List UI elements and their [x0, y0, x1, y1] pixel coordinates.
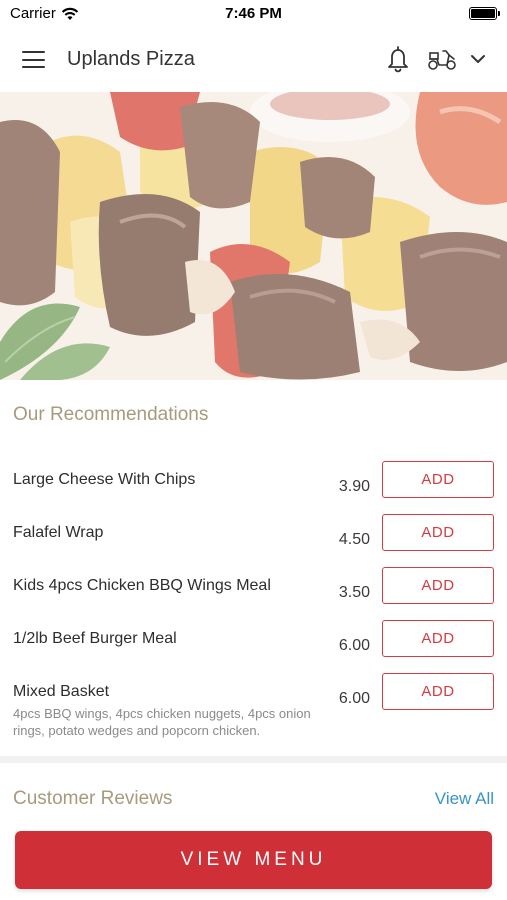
view-all-link[interactable]: View All: [435, 789, 494, 809]
view-menu-button[interactable]: VIEW MENU: [15, 831, 492, 889]
page-title: Uplands Pizza: [67, 48, 195, 70]
menu-icon[interactable]: [22, 51, 45, 68]
item-price: 6.00: [338, 690, 370, 707]
hero-food-image: [0, 92, 507, 380]
list-item: Mixed Basket 4pcs BBQ wings, 4pcs chicke…: [0, 673, 507, 743]
app-header: Uplands Pizza: [0, 26, 507, 92]
item-price: 4.50: [338, 531, 370, 548]
bell-icon[interactable]: [384, 44, 412, 74]
item-name: Large Cheese With Chips: [13, 471, 196, 488]
add-button[interactable]: ADD: [382, 620, 494, 657]
item-name: Mixed Basket: [13, 683, 110, 700]
item-name: Kids 4pcs Chicken BBQ Wings Meal: [13, 577, 271, 594]
battery-icon: [469, 7, 500, 20]
item-description: 4pcs BBQ wings, 4pcs chicken nuggets, 4p…: [13, 706, 311, 738]
section-divider: [0, 756, 507, 763]
reviews-title: Customer Reviews: [13, 788, 173, 809]
item-price: 3.90: [338, 478, 370, 495]
chevron-down-icon[interactable]: [469, 51, 487, 67]
status-bar: Carrier 7:46 PM: [0, 0, 507, 26]
status-time: 7:46 PM: [225, 5, 282, 22]
add-button[interactable]: ADD: [382, 567, 494, 604]
item-price: 3.50: [338, 584, 370, 601]
item-price: 6.00: [338, 637, 370, 654]
add-button[interactable]: ADD: [382, 514, 494, 551]
item-name: 1/2lb Beef Burger Meal: [13, 630, 177, 647]
scooter-icon[interactable]: [426, 46, 458, 72]
recommendations-title: Our Recommendations: [13, 404, 209, 425]
add-button[interactable]: ADD: [382, 461, 494, 498]
add-button[interactable]: ADD: [382, 673, 494, 710]
item-name: Falafel Wrap: [13, 524, 104, 541]
